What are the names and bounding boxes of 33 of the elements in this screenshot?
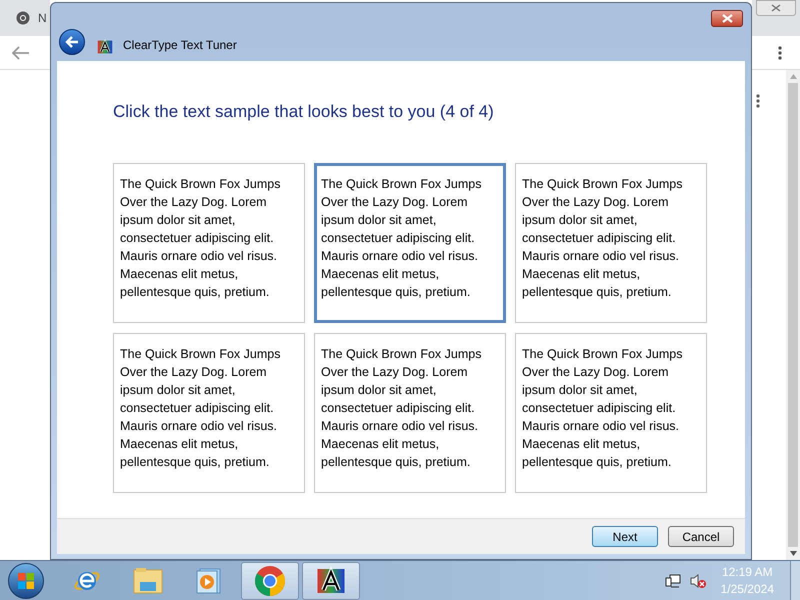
media-player-icon: [196, 566, 222, 594]
chrome-icon: [254, 564, 286, 596]
letter-a-icon: [316, 566, 346, 596]
folder-icon: [132, 566, 164, 596]
letter-a-icon: [97, 39, 113, 55]
text-sample[interactable]: The Quick Brown Fox Jumps Over the Lazy Dog. Lorem ipsum dolor sit amet, consectetuer adipiscing elit. Mauris ornare odio vel risus. Maecenas elit metus, pellentesque quis, pretium.: [113, 332, 305, 492]
close-icon: [771, 4, 781, 12]
back-arrow-icon[interactable]: [12, 46, 30, 60]
menu-icon[interactable]: [778, 46, 782, 60]
taskbar-app-button[interactable]: [302, 562, 360, 600]
text-sample[interactable]: The Quick Brown Fox Jumps Over the Lazy Dog. Lorem ipsum dolor sit amet, consectetuer adipiscing elit. Mauris ornare odio vel risus. Maecenas elit metus, pellentesque quis, pretium.: [113, 162, 305, 322]
cancel-button[interactable]: Cancel: [668, 526, 734, 547]
window-close-button[interactable]: [756, 0, 796, 16]
back-button[interactable]: [59, 29, 85, 55]
text-sample[interactable]: The Quick Brown Fox Jumps Over the Lazy Dog. Lorem ipsum dolor sit amet, consectetuer adipiscing elit. Mauris ornare odio vel risus. Maecenas elit metus, pellentesque quis, pretium.: [515, 162, 707, 322]
scroll-down-icon[interactable]: [790, 551, 796, 556]
close-icon: [722, 14, 732, 23]
window-title: ClearType Text Tuner: [123, 37, 237, 54]
text-sample[interactable]: The Quick Brown Fox Jumps Over the Lazy Dog. Lorem ipsum dolor sit amet, consectetuer adipiscing elit. Mauris ornare odio vel risus. Maecenas elit metus, pellentesque quis, pretium.: [314, 162, 506, 322]
muted-speaker-icon[interactable]: [688, 572, 707, 588]
chrome-icon: [16, 11, 30, 25]
text-sample[interactable]: The Quick Brown Fox Jumps Over the Lazy Dog. Lorem ipsum dolor sit amet, consectetuer adipiscing elit. Mauris ornare odio vel risus. Maecenas elit metus, pellentesque quis, pretium.: [515, 332, 707, 492]
more-icon[interactable]: [756, 94, 760, 108]
scrollbar[interactable]: [786, 70, 800, 560]
instruction-heading: Click the text sample that looks best to you (4 of 4): [113, 101, 495, 123]
next-button[interactable]: Next: [592, 526, 658, 547]
windows-logo-icon: [17, 572, 35, 590]
close-button[interactable]: [711, 10, 743, 27]
start-button[interactable]: [8, 562, 44, 598]
text-sample[interactable]: The Quick Brown Fox Jumps Over the Lazy Dog. Lorem ipsum dolor sit amet, consectetuer adipiscing elit. Mauris ornare odio vel risus. Maecenas elit metus, pellentesque quis, pretium.: [314, 332, 506, 492]
back-arrow-icon: [65, 36, 79, 48]
tab-title[interactable]: N: [38, 9, 47, 27]
network-icon[interactable]: [664, 572, 681, 588]
